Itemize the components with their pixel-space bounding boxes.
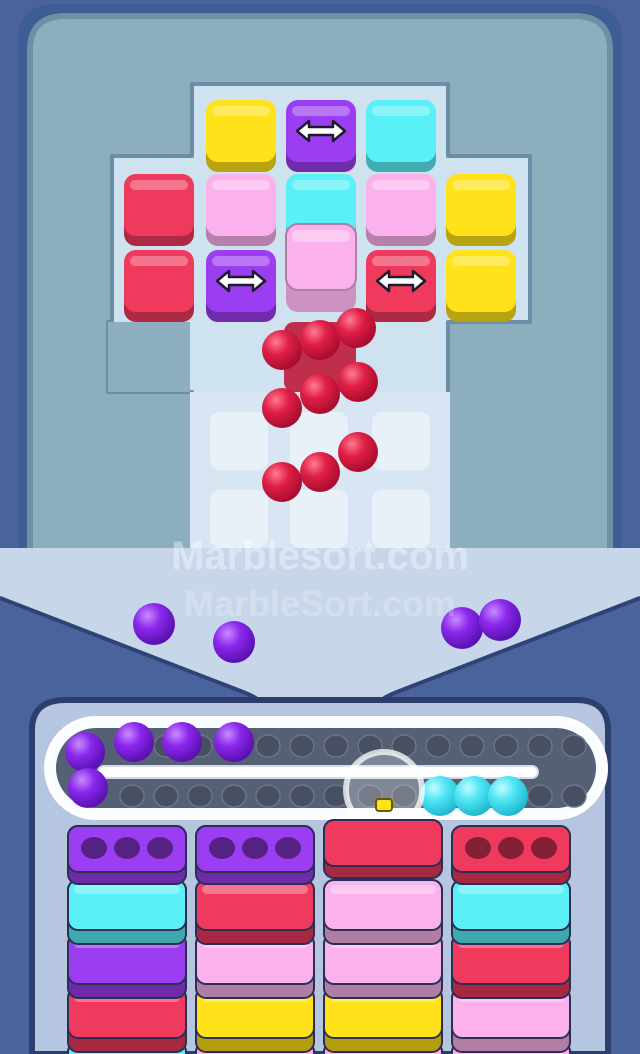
track-slot: [119, 784, 145, 808]
track-slot: [255, 734, 281, 758]
marble-red: [300, 320, 340, 360]
marble-purple: [162, 722, 202, 762]
marble-red: [336, 308, 376, 348]
marble-purple: [213, 621, 255, 663]
tile-red-arrow[interactable]: [366, 250, 436, 322]
track-slot: [153, 784, 179, 808]
track-slot: [255, 784, 281, 808]
track-slot: [289, 784, 315, 808]
track-slot: [459, 734, 485, 758]
track-slot: [561, 784, 587, 808]
marble-purple: [65, 732, 105, 772]
marble-purple: [68, 768, 108, 808]
marble-purple: [114, 722, 154, 762]
cap-slot: [114, 837, 140, 859]
cap-slot: [498, 837, 524, 859]
tile-cyan[interactable]: [366, 100, 436, 172]
marble-cyan: [488, 776, 528, 816]
sorting-column[interactable]: [195, 825, 315, 1054]
marble-red: [338, 432, 378, 472]
track-slot: [187, 784, 213, 808]
marble-red: [262, 388, 302, 428]
cap-slot: [275, 837, 301, 859]
cap-slot: [531, 837, 557, 859]
track-slot: [323, 734, 349, 758]
empty-slot: [290, 490, 348, 548]
tile-yellow[interactable]: [446, 174, 516, 246]
marble-purple: [441, 607, 483, 649]
empty-slot: [210, 412, 268, 470]
marble-red: [262, 462, 302, 502]
sorting-column[interactable]: [451, 825, 571, 1054]
track-slot: [527, 784, 553, 808]
sorting-column[interactable]: [323, 819, 443, 1054]
marble-red: [300, 374, 340, 414]
cap-slot: [242, 837, 268, 859]
track-slot: [221, 784, 247, 808]
track-slot: [289, 734, 315, 758]
empty-slot: [372, 490, 430, 548]
tile-pink[interactable]: [366, 174, 436, 246]
track-slot: [425, 734, 451, 758]
tile-red[interactable]: [124, 174, 194, 246]
tile-pink-stack[interactable]: [285, 223, 357, 312]
empty-slot: [372, 412, 430, 470]
sorting-column[interactable]: [67, 825, 187, 1054]
empty-slot: [210, 490, 268, 548]
tile-yellow[interactable]: [446, 250, 516, 322]
marble-red: [300, 452, 340, 492]
tile-pink[interactable]: [206, 174, 276, 246]
track-slot: [561, 734, 587, 758]
marble-purple: [133, 603, 175, 645]
tile-red[interactable]: [124, 250, 194, 322]
cap-slot: [465, 837, 491, 859]
target-ring-icon[interactable]: [343, 749, 425, 831]
tray-mask: [108, 322, 190, 392]
cap-slot: [81, 837, 107, 859]
marble-purple: [479, 599, 521, 641]
marble-purple: [214, 722, 254, 762]
track-slot: [493, 734, 519, 758]
track-slot: [527, 734, 553, 758]
tile-yellow[interactable]: [206, 100, 276, 172]
game-scene: [0, 4, 640, 1054]
tile-purple-arrow[interactable]: [206, 250, 276, 322]
cap-slot: [209, 837, 235, 859]
tile-purple-arrow[interactable]: [286, 100, 356, 172]
cap-slot: [147, 837, 173, 859]
marble-red: [262, 330, 302, 370]
marble-red: [338, 362, 378, 402]
